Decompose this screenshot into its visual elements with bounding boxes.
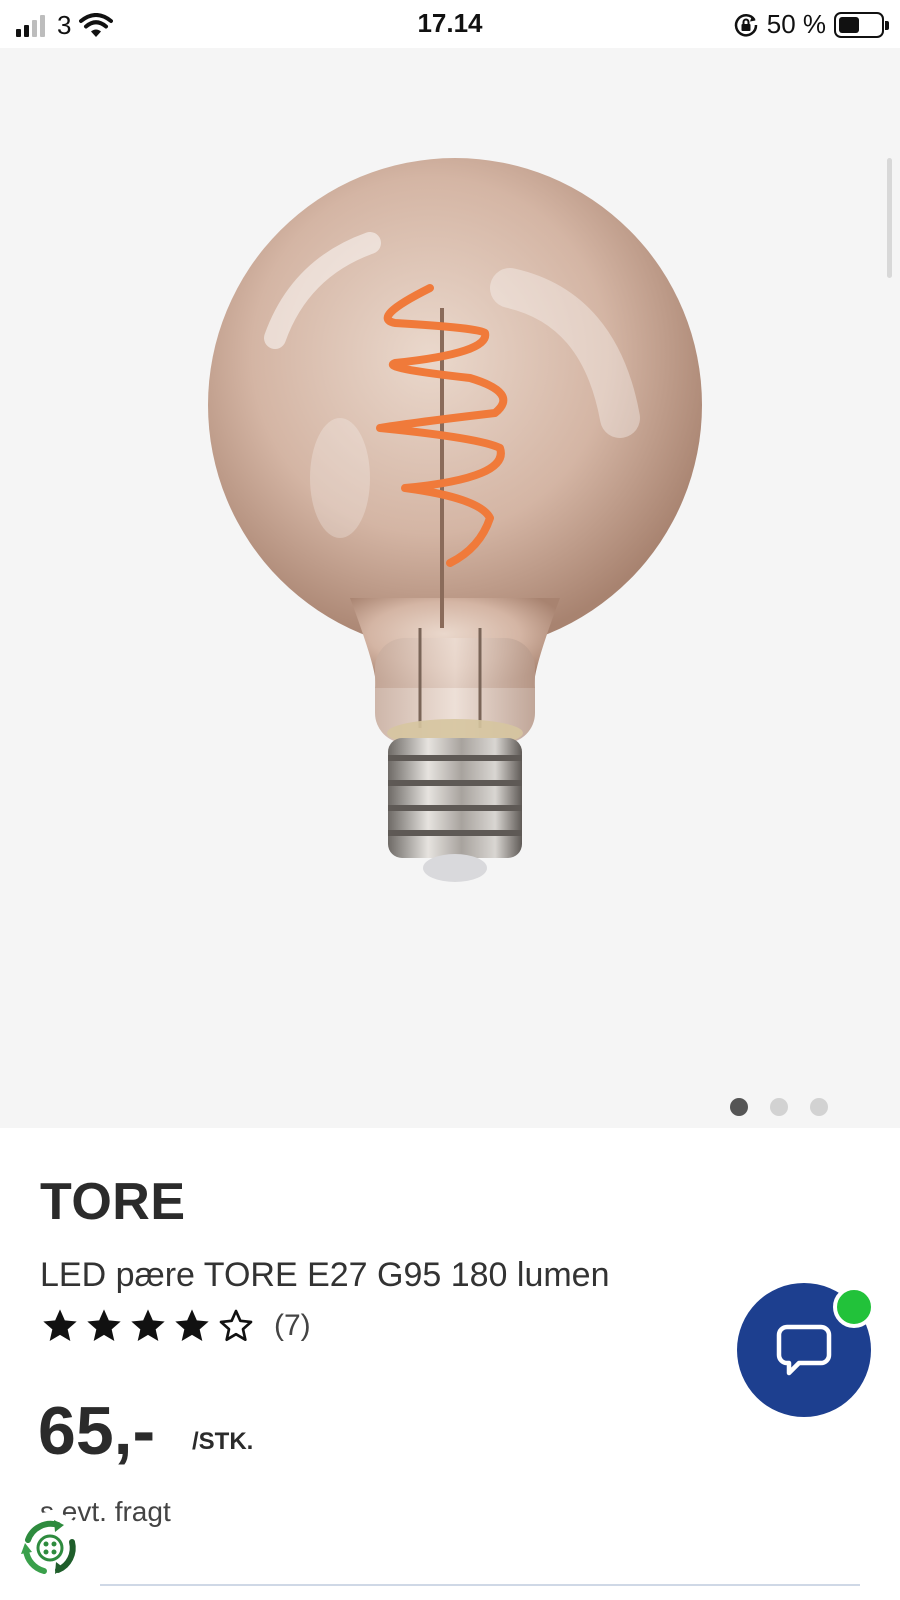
scroll-indicator (887, 158, 892, 278)
star-filled-icon (87, 1309, 121, 1341)
product-brand: TORE (40, 1173, 186, 1231)
product-image-gallery[interactable] (0, 48, 900, 1128)
battery-fill (839, 16, 859, 33)
status-bar: 3 17.14 50 % (0, 0, 900, 48)
review-count[interactable]: (7) (274, 1309, 311, 1343)
rotation-lock-icon (734, 13, 757, 37)
star-filled-icon (131, 1309, 165, 1341)
battery-percentage: 50 % (766, 9, 826, 39)
product-price: 65,- (38, 1393, 156, 1469)
price-unit: /STK. (192, 1428, 254, 1455)
star-empty-icon (219, 1309, 253, 1341)
divider (100, 1584, 860, 1586)
star-filled-icon (175, 1309, 209, 1341)
chat-status-indicator (833, 1286, 875, 1328)
gallery-dot[interactable] (810, 1098, 828, 1116)
recycle-badge-icon[interactable] (14, 1512, 86, 1584)
gallery-dot[interactable] (730, 1098, 748, 1116)
gallery-dot[interactable] (770, 1098, 788, 1116)
product-rating[interactable]: (7) (40, 1306, 311, 1346)
star-filled-icon (43, 1309, 77, 1341)
status-right: 50 % (733, 9, 889, 40)
gallery-pagination (730, 1098, 828, 1116)
product-name: LED pære TORE E27 G95 180 lumen (40, 1256, 610, 1294)
chat-icon (776, 1324, 832, 1376)
light-bulb-image[interactable] (180, 158, 740, 938)
battery-icon (834, 11, 889, 38)
